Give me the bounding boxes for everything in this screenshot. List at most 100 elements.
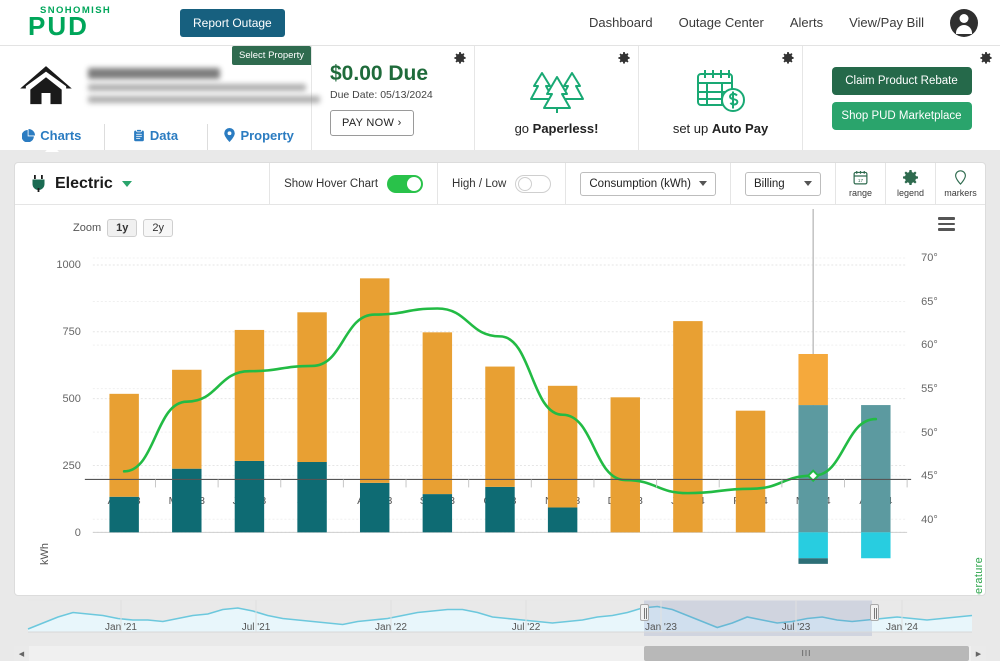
pay-now-label: PAY NOW: [342, 117, 395, 129]
electric-chart-panel: Electric Show Hover Chart High / Low Con…: [14, 162, 986, 596]
bill-due-date: Due Date: 05/13/2024: [330, 89, 433, 101]
user-avatar-icon[interactable]: [950, 8, 978, 37]
zoom-control: Zoom 1y 2y: [73, 219, 173, 237]
map-pin-icon: [224, 128, 236, 142]
navigator-tick: Jan '23: [645, 622, 677, 633]
high-low-toggle[interactable]: [515, 174, 552, 193]
property-name-redacted: [88, 68, 220, 79]
bar-segment-orange: [798, 353, 828, 406]
bar-segment-orange: [735, 410, 766, 533]
tab-charts[interactable]: Charts: [0, 128, 104, 143]
zoom-2y-button[interactable]: 2y: [143, 219, 173, 237]
hamburger-menu-icon[interactable]: [938, 217, 955, 234]
top-navigation-bar: SNOHOMISH PUD Report Outage Dashboard Ou…: [0, 0, 1000, 45]
tab-data-label: Data: [149, 127, 179, 143]
tab-property[interactable]: Property: [207, 123, 311, 150]
bar-segment-teal: [297, 462, 327, 533]
property-tabs: Charts Data Property: [0, 120, 311, 150]
calendar-icon: 17: [853, 170, 868, 184]
report-outage-button[interactable]: Report Outage: [180, 8, 285, 37]
map-pin-icon: [955, 169, 966, 185]
bar-segment-teal: [172, 468, 202, 533]
clipboard-icon: [134, 128, 144, 141]
tab-charts-label: Charts: [40, 127, 82, 143]
select-property-button[interactable]: Select Property: [232, 46, 311, 65]
bar-segment-orange: [485, 366, 515, 487]
zoom-1y-button[interactable]: 1y: [107, 219, 138, 237]
gear-icon[interactable]: [782, 52, 794, 64]
property-meta-redacted: [88, 96, 320, 103]
bar-segment-teal: [547, 507, 578, 533]
pay-now-button[interactable]: PAY NOW ›: [330, 110, 414, 136]
chart-title-group: Electric: [15, 163, 269, 204]
navigator-tick: Jan '24: [886, 622, 918, 633]
snohomish-pud-logo[interactable]: SNOHOMISH PUD: [28, 6, 158, 40]
autopay-strong: Auto Pay: [711, 120, 769, 136]
markers-label: markers: [944, 187, 977, 198]
gear-icon[interactable]: [618, 52, 630, 64]
chart-svg: [84, 208, 912, 564]
bar-segment-orange: [172, 369, 202, 469]
gear-icon[interactable]: [980, 52, 992, 64]
scrollbar-left-arrow[interactable]: ◀: [14, 646, 29, 661]
consumption-select-value: Consumption (kWh): [589, 177, 691, 190]
bar-segment-orange: [359, 278, 390, 483]
nav-link-dashboard[interactable]: Dashboard: [589, 15, 653, 30]
show-hover-chart-toggle[interactable]: [387, 174, 424, 193]
chart-toolbar: Electric Show Hover Chart High / Low Con…: [15, 163, 985, 205]
bill-summary-card: $0.00 Due Due Date: 05/13/2024 PAY NOW ›: [312, 46, 475, 150]
markers-button[interactable]: markers: [935, 163, 985, 204]
range-button[interactable]: 17 range: [835, 163, 885, 204]
bar-segment-teal: [109, 496, 139, 533]
nav-link-outage-center[interactable]: Outage Center: [679, 15, 764, 30]
bar-segment-orange: [673, 321, 703, 533]
primary-nav-links: Dashboard Outage Center Alerts View/Pay …: [589, 8, 978, 37]
navigator-handle-right[interactable]: [870, 604, 879, 621]
scrollbar-right-arrow[interactable]: ▶: [971, 646, 986, 661]
bar-segment-teal: [798, 405, 828, 533]
house-icon: [20, 66, 72, 105]
consumption-select-group: Consumption (kWh): [565, 163, 730, 204]
range-label: range: [848, 187, 873, 198]
property-address-redacted: [88, 84, 306, 91]
billing-select[interactable]: Billing: [745, 171, 821, 196]
bar-segment-teal: [234, 460, 265, 533]
navigator-tick: Jan '22: [375, 622, 407, 633]
paperless-label: go Paperless!: [515, 121, 599, 136]
bar-segment-net-cyan: [861, 532, 891, 559]
consumption-select[interactable]: Consumption (kWh): [580, 171, 716, 196]
chart-title: Electric: [55, 174, 113, 192]
navigator-tick: Jan '21: [105, 622, 137, 633]
pie-chart-icon: [22, 128, 36, 142]
legend-button[interactable]: legend: [885, 163, 935, 204]
range-navigator[interactable]: Jan '21 Jul '21 Jan '22 Jul '22 Jan '23 Jul '…: [14, 596, 986, 644]
scrollbar-thumb[interactable]: III: [644, 646, 969, 661]
hover-chart-label: Show Hover Chart: [284, 177, 379, 190]
bar-segment-orange: [610, 397, 640, 533]
shop-pud-marketplace-button[interactable]: Shop PUD Marketplace: [831, 101, 972, 130]
property-card: Select Property Charts Data Property: [0, 46, 320, 150]
navigator-tick: Jul '21: [241, 622, 271, 633]
nav-link-alerts[interactable]: Alerts: [790, 15, 823, 30]
electric-plug-icon: [32, 175, 45, 192]
billing-select-group: Billing: [730, 163, 835, 204]
chart-scrollbar[interactable]: ◀ ▶ III: [14, 646, 986, 661]
bar-segment-net-teal: [798, 558, 828, 564]
paperless-promo-card[interactable]: go Paperless!: [475, 46, 639, 150]
chevron-down-icon[interactable]: [121, 180, 132, 187]
navigator-selection: [644, 600, 872, 636]
chevron-down-icon: [699, 181, 707, 186]
autopay-promo-card[interactable]: set up Auto Pay: [639, 46, 803, 150]
billing-select-value: Billing: [754, 177, 785, 190]
autopay-prefix: set up: [672, 120, 712, 136]
navigator-sparkline[interactable]: [14, 596, 986, 644]
tab-data[interactable]: Data: [103, 123, 208, 150]
navigator-handle-left[interactable]: [640, 604, 649, 621]
claim-product-rebate-button[interactable]: Claim Product Rebate: [831, 66, 972, 95]
bill-amount-due: $0.00 Due: [330, 62, 429, 85]
gear-icon[interactable]: [454, 52, 466, 64]
bar-segment-teal: [861, 405, 891, 533]
nav-link-view-pay-bill[interactable]: View/Pay Bill: [849, 15, 924, 30]
bar-segment-orange: [422, 332, 453, 495]
property-details-redacted: [88, 60, 320, 108]
